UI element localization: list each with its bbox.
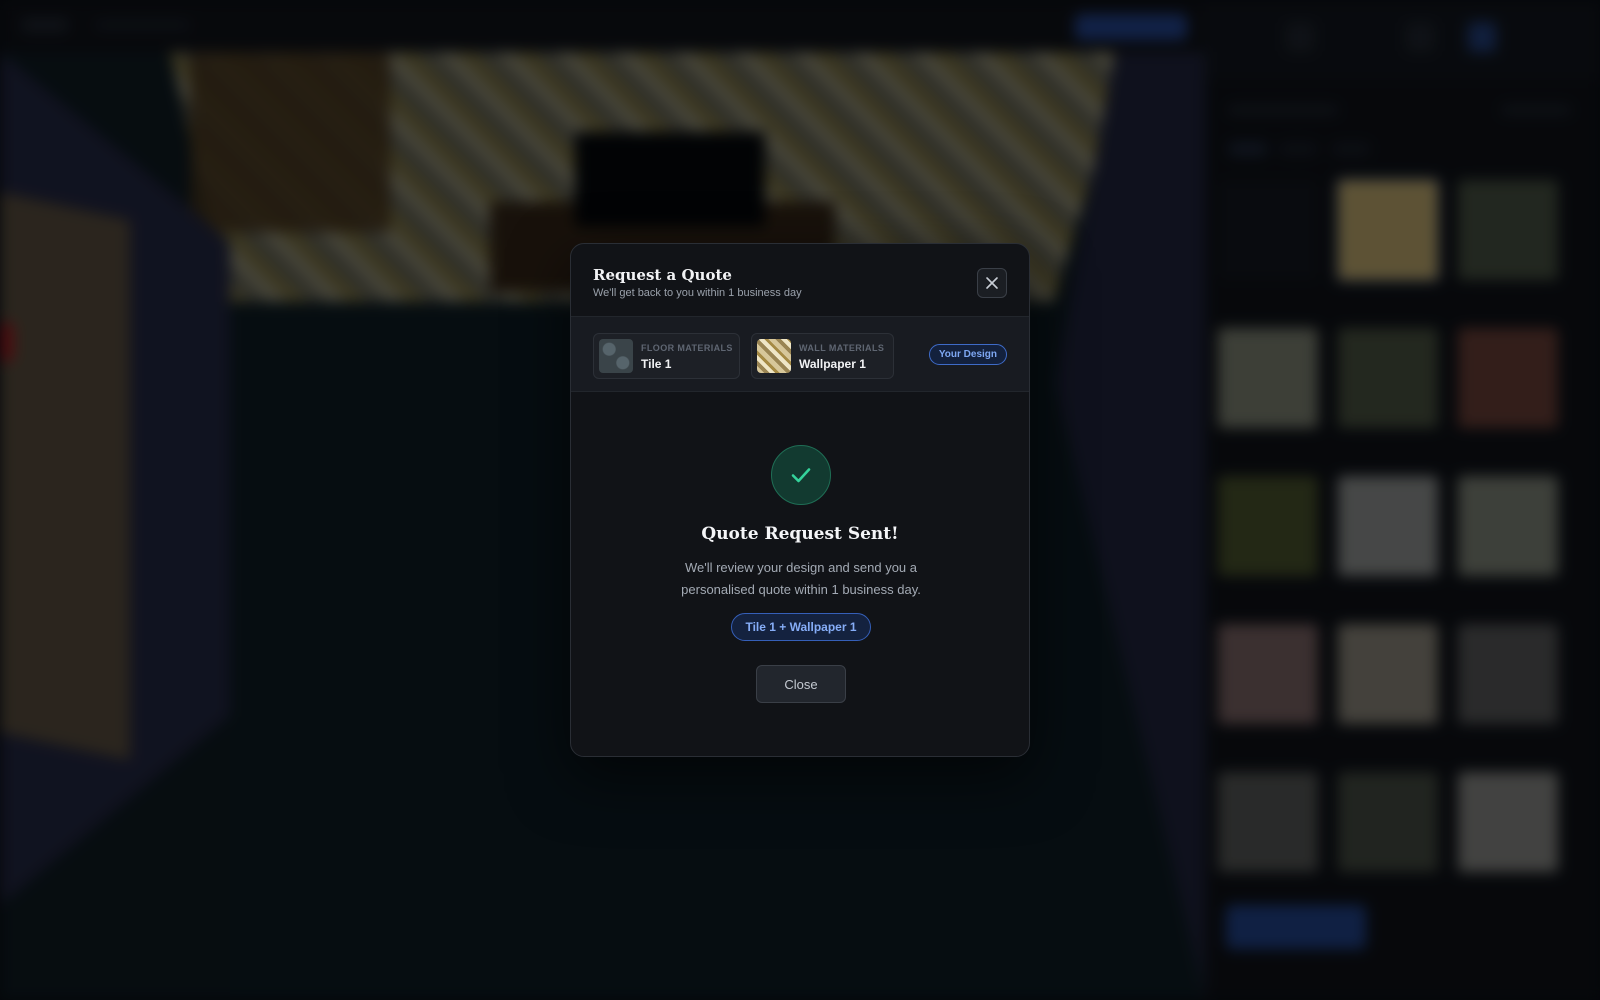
- close-button[interactable]: Close: [756, 665, 846, 703]
- wall-material-label: WALL MATERIALS: [799, 343, 885, 353]
- success-indicator: [771, 445, 831, 505]
- modal-close-button[interactable]: [977, 268, 1007, 298]
- wall-material-name: Wallpaper 1: [799, 357, 866, 371]
- success-message-line: We'll review your design and send you a: [684, 560, 918, 575]
- floor-material-thumbnail: [599, 339, 633, 373]
- success-message: We'll review your design and send you a …: [631, 557, 971, 601]
- floor-material-name: Tile 1: [641, 357, 672, 371]
- success-title: Quote Request Sent!: [701, 524, 899, 544]
- modal-title: Request a Quote: [593, 266, 732, 284]
- modal-subtitle: We'll get back to you within 1 business …: [593, 287, 802, 299]
- floor-material-card: FLOOR MATERIALS Tile 1: [593, 333, 740, 379]
- your-design-badge: Your Design: [928, 344, 1007, 365]
- design-summary-pill: Tile 1 + Wallpaper 1: [731, 613, 871, 641]
- floor-material-label: FLOOR MATERIALS: [641, 343, 733, 353]
- success-message-line: personalised quote within 1 business day…: [681, 582, 921, 597]
- check-icon: [791, 468, 811, 483]
- close-icon: [986, 277, 998, 289]
- modal-header: Request a Quote We'll get back to you wi…: [571, 244, 1029, 316]
- wall-material-card: WALL MATERIALS Wallpaper 1: [751, 333, 894, 379]
- design-summary-bar: FLOOR MATERIALS Tile 1 WALL MATERIALS Wa…: [571, 316, 1029, 392]
- wall-material-thumbnail: [757, 339, 791, 373]
- quote-modal: Request a Quote We'll get back to you wi…: [570, 243, 1030, 757]
